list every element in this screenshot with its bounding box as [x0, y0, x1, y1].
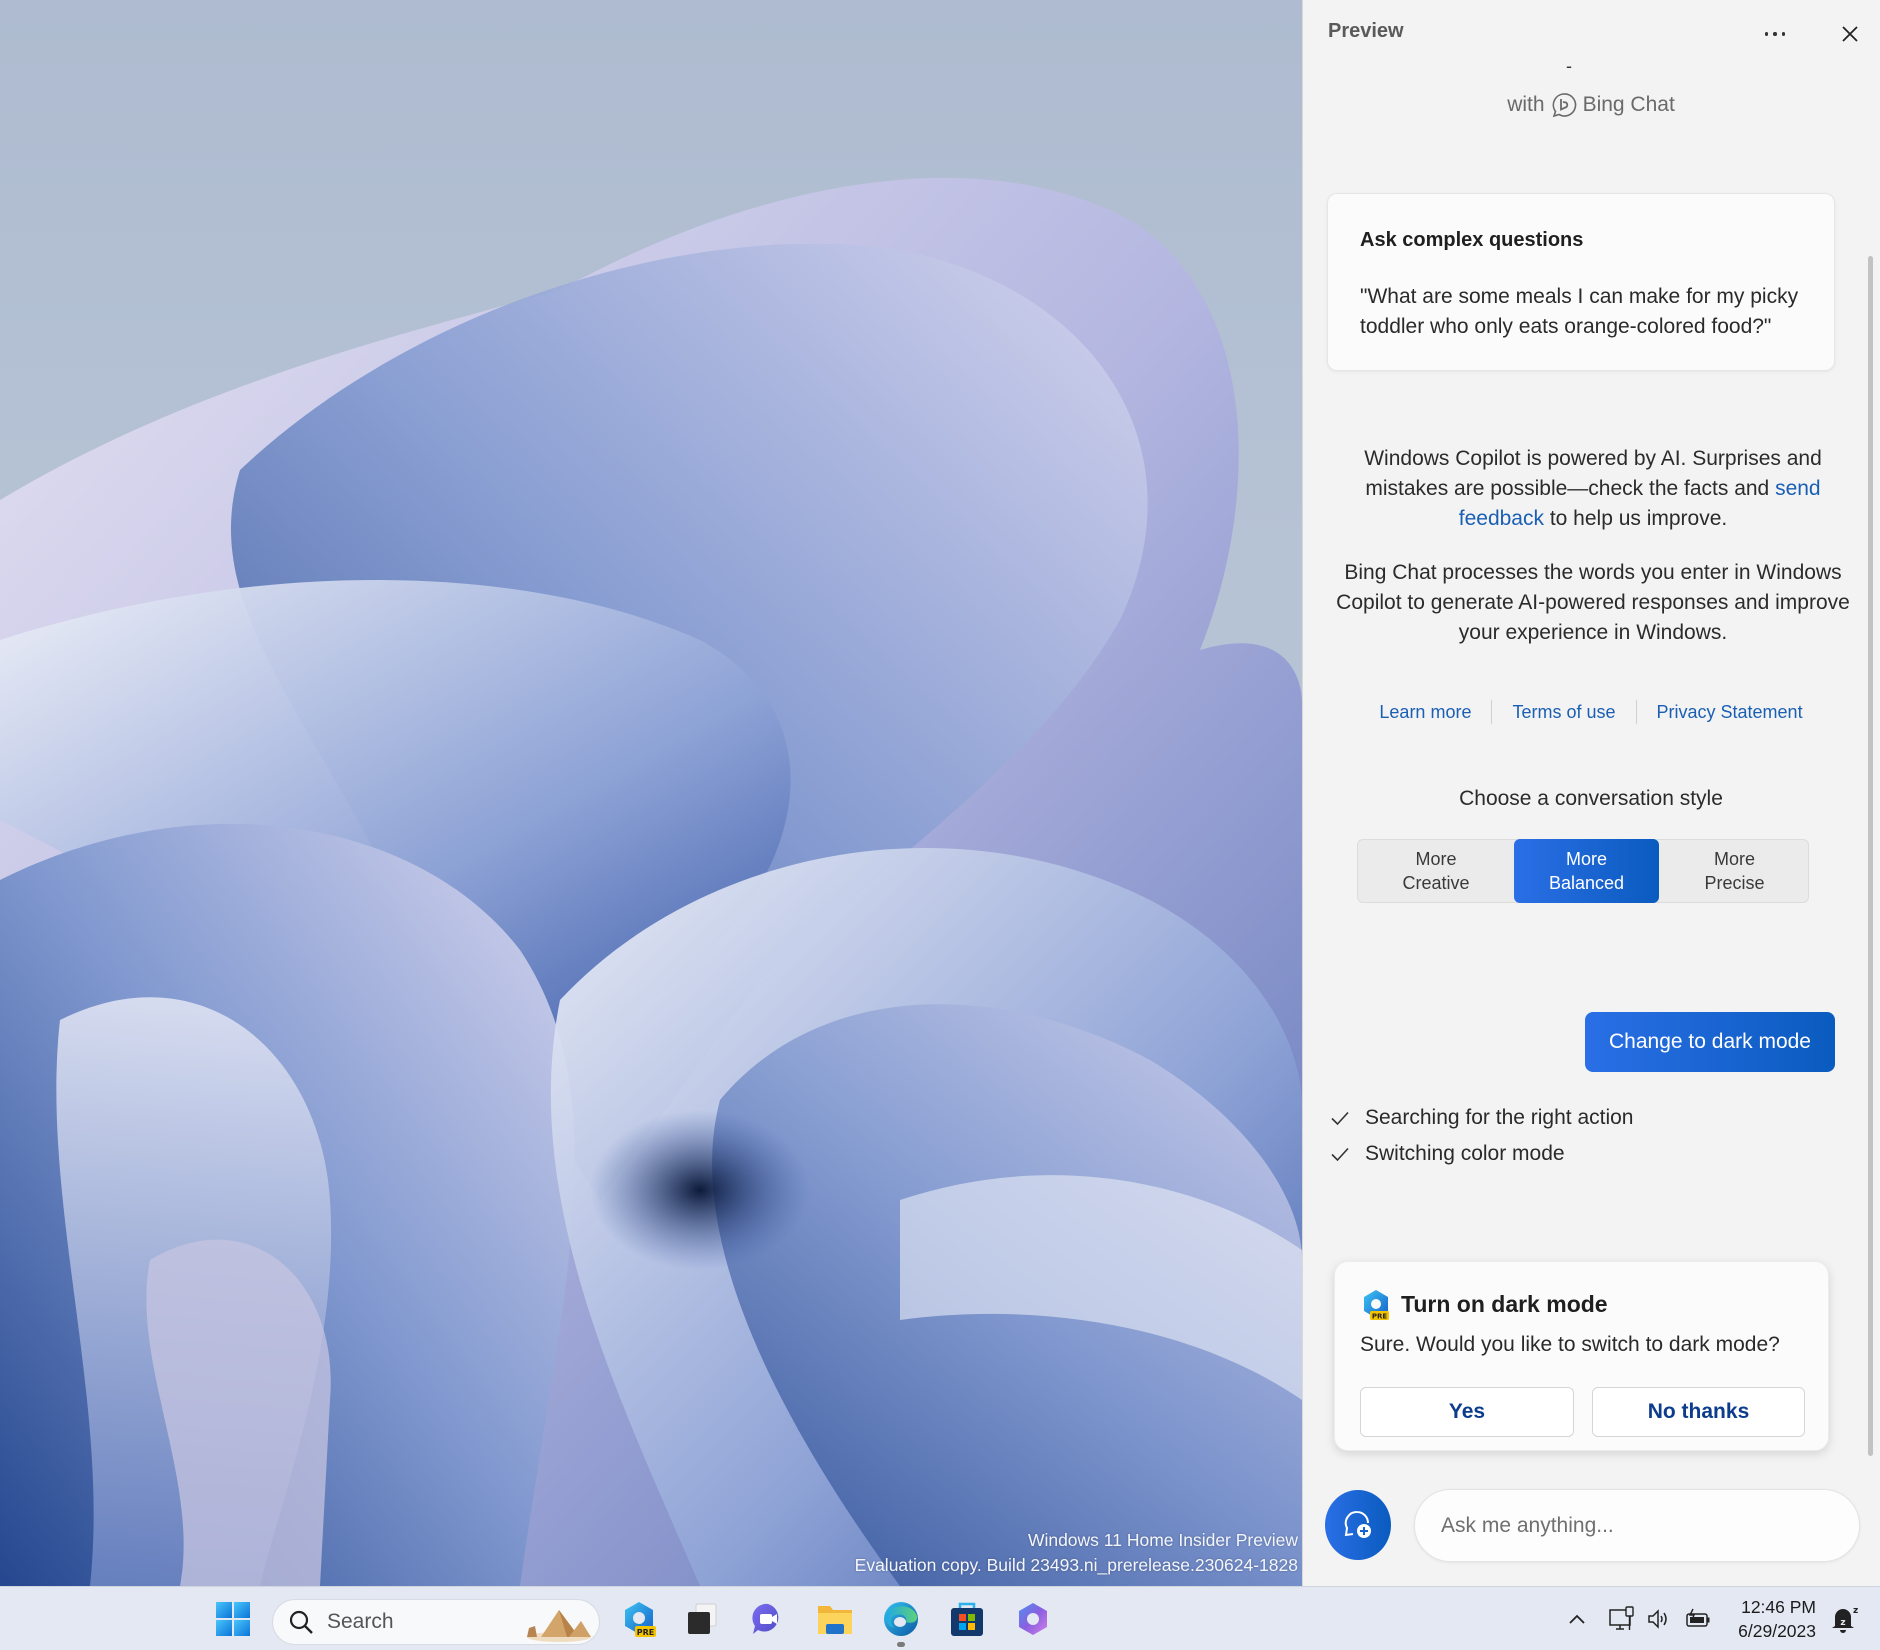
with-label: with — [1507, 93, 1545, 116]
teams-chat-icon — [752, 1603, 779, 1634]
store-icon — [951, 1602, 983, 1636]
search-label: Search — [327, 1610, 394, 1633]
notifications-dnd-icon: z z — [1832, 1606, 1858, 1633]
style-option-precise[interactable]: More Precise — [1659, 839, 1810, 903]
watermark-edition: Windows 11 Home Insider Preview — [1027, 1530, 1298, 1550]
battery-charging-icon — [1686, 1608, 1710, 1627]
volume-icon — [1648, 1609, 1667, 1629]
taskbar: Search PRE 12:46 PM 6/29/2023 z z — [0, 1586, 1880, 1650]
checkmark-icon — [1331, 1111, 1349, 1126]
start-button[interactable] — [210, 1587, 256, 1650]
style-option-creative[interactable]: More Creative — [1358, 839, 1514, 903]
header-dash: - — [1566, 56, 1572, 76]
clock-date: 6/29/2023 — [1738, 1621, 1816, 1641]
action-card-text: Sure. Would you like to switch to dark m… — [1360, 1333, 1780, 1356]
new-chat-icon — [1344, 1510, 1371, 1538]
running-indicator — [897, 1642, 905, 1647]
svg-text:PRE: PRE — [637, 1628, 655, 1637]
folder-icon — [818, 1606, 852, 1634]
watermark-build: Evaluation copy. Build 23493.ni_prerelea… — [854, 1555, 1298, 1575]
notifications-button[interactable]: z z — [1826, 1587, 1862, 1650]
ai-disclaimer: Windows Copilot is powered by AI. Surpri… — [1327, 444, 1859, 648]
edge-icon — [884, 1602, 918, 1636]
taskbar-app-edge[interactable] — [876, 1587, 926, 1650]
privacy-statement-link[interactable]: Privacy Statement — [1637, 702, 1823, 723]
checkmark-icon — [1331, 1147, 1349, 1162]
new-topic-button[interactable] — [1325, 1490, 1391, 1560]
ethernet-icon — [1609, 1606, 1634, 1630]
search-icon — [289, 1610, 313, 1634]
desktop-wallpaper: Windows 11 Home Insider Preview Evaluati… — [0, 0, 1302, 1586]
taskbar-clock[interactable]: 12:46 PM 6/29/2023 — [1724, 1595, 1816, 1643]
copilot-pre-icon: PRE — [625, 1602, 656, 1637]
m365-icon — [1019, 1603, 1047, 1635]
progress-steps: Searching for the right action Switching… — [1329, 1100, 1634, 1172]
style-option-balanced[interactable]: More Balanced — [1514, 839, 1659, 903]
battery-button[interactable] — [1680, 1587, 1716, 1650]
taskbar-app-store[interactable] — [942, 1587, 992, 1650]
no-thanks-button[interactable]: No thanks — [1592, 1387, 1805, 1437]
conversation-style-label: Choose a conversation style — [1459, 787, 1723, 810]
terms-of-use-link[interactable]: Terms of use — [1492, 702, 1635, 723]
yes-button[interactable]: Yes — [1360, 1387, 1574, 1437]
taskbar-app-teams-chat[interactable] — [744, 1587, 792, 1650]
panel-title: Preview — [1328, 20, 1404, 42]
conversation-style-selector: More Creative More Balanced More Precise — [1357, 839, 1809, 903]
bing-chat-label: Bing Chat — [1582, 93, 1675, 116]
network-status-button[interactable] — [1604, 1587, 1640, 1650]
status-step: Searching for the right action — [1329, 1100, 1634, 1136]
ask-input[interactable] — [1414, 1489, 1860, 1562]
chevron-up-icon — [1569, 1614, 1585, 1624]
dark-mode-action-card: PRE Turn on dark mode Sure. Would you li… — [1334, 1261, 1829, 1451]
suggestion-text: "What are some meals I can make for my p… — [1360, 285, 1799, 338]
evaluation-watermark: Windows 11 Home Insider Preview Evaluati… — [855, 1528, 1298, 1578]
task-view-icon — [688, 1603, 717, 1634]
more-options-button[interactable] — [1757, 16, 1793, 52]
suggestion-card[interactable]: Ask complex questions "What are some mea… — [1327, 193, 1835, 371]
ellipsis-icon — [1764, 32, 1769, 36]
taskbar-app-copilot[interactable]: PRE — [616, 1587, 664, 1650]
panel-scrollbar[interactable] — [1868, 256, 1873, 1456]
action-card-title: Turn on dark mode — [1401, 1291, 1608, 1317]
windows-logo-icon — [216, 1602, 250, 1636]
status-step: Switching color mode — [1329, 1136, 1634, 1172]
taskbar-app-task-view[interactable] — [678, 1587, 726, 1650]
bing-attribution: with Bing Chat — [1303, 92, 1879, 118]
taskbar-search[interactable]: Search — [272, 1599, 600, 1645]
legal-links: Learn more Terms of use Privacy Statemen… — [1303, 700, 1879, 724]
svg-text:z: z — [1853, 1606, 1858, 1616]
copilot-pre-icon: PRE — [1364, 1290, 1389, 1321]
clock-time: 12:46 PM — [1741, 1597, 1816, 1617]
learn-more-link[interactable]: Learn more — [1359, 702, 1491, 723]
copilot-panel: Preview - with Bing Chat Ask complex que… — [1302, 0, 1880, 1586]
disclaimer-paragraph-1: Windows Copilot is powered by AI. Surpri… — [1364, 447, 1822, 530]
show-hidden-icons-button[interactable] — [1560, 1587, 1594, 1650]
taskbar-app-m365[interactable] — [1008, 1587, 1058, 1650]
bloom-wallpaper-art — [0, 177, 1302, 1586]
close-icon — [1842, 26, 1858, 42]
taskbar-app-file-explorer[interactable] — [810, 1587, 860, 1650]
disclaimer-paragraph-2: Bing Chat processes the words you enter … — [1336, 561, 1850, 644]
svg-text:z: z — [1840, 1618, 1845, 1628]
close-button[interactable] — [1832, 16, 1868, 52]
user-message-bubble: Change to dark mode — [1585, 1012, 1835, 1072]
suggestion-title: Ask complex questions — [1360, 229, 1584, 251]
search-highlight-pyramids-icon — [527, 1610, 591, 1642]
volume-button[interactable] — [1642, 1587, 1676, 1650]
svg-text:PRE: PRE — [1372, 1313, 1388, 1321]
bing-chat-icon — [1552, 93, 1576, 118]
